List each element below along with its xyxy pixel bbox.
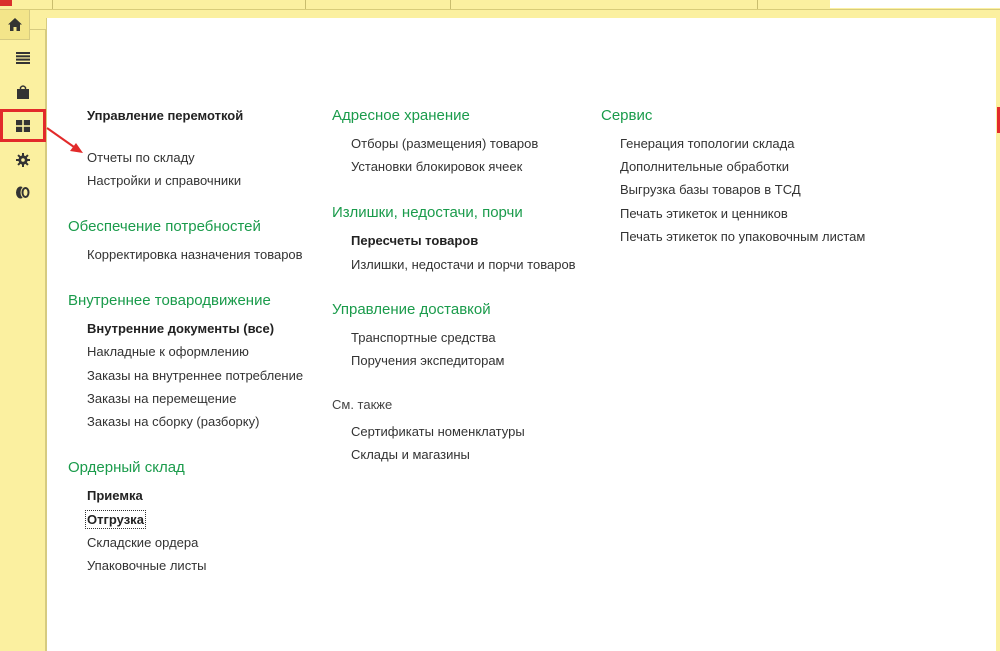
search-field-fragment[interactable]: [830, 0, 1000, 8]
tab-divider: [757, 0, 758, 9]
link-recounts[interactable]: Пересчеты товаров: [351, 233, 478, 248]
link-print-labels-prices[interactable]: Печать этикеток и ценников: [620, 206, 788, 221]
link-rewind-management[interactable]: Управление перемоткой: [87, 108, 243, 123]
group-title-delivery: Управление доставкой: [332, 301, 491, 318]
link-vehicles[interactable]: Транспортные средства: [351, 330, 496, 345]
menu-list-icon: [16, 52, 30, 64]
link-receiving[interactable]: Приемка: [87, 488, 143, 503]
group-title-order-warehouse: Ордерный склад: [68, 459, 185, 476]
link-transfer-orders[interactable]: Заказы на перемещение: [87, 391, 236, 406]
shopping-bag-icon: [17, 85, 29, 99]
link-settings-references[interactable]: Настройки и справочники: [87, 173, 241, 188]
group-title-service: Сервис: [601, 107, 653, 124]
link-warehouse-orders[interactable]: Складские ордера: [87, 535, 198, 550]
see-also-title: См. также: [332, 397, 393, 412]
link-extra-processing[interactable]: Дополнительные обработки: [620, 159, 789, 174]
home-icon: [7, 18, 22, 31]
link-packing-lists[interactable]: Упаковочные листы: [87, 558, 207, 573]
app-logo-fragment: [0, 0, 12, 6]
sidebar-item-warehouse[interactable]: [0, 109, 46, 142]
open-tab-stub[interactable]: [30, 10, 46, 30]
link-warehouse-reports[interactable]: Отчеты по складу: [87, 150, 195, 165]
gear-icon: [16, 153, 30, 167]
sidebar-item-finance[interactable]: [0, 176, 46, 208]
link-internal-consumption-orders[interactable]: Заказы на внутреннее потребление: [87, 368, 303, 383]
link-print-labels-packing[interactable]: Печать этикеток по упаковочным листам: [620, 229, 865, 244]
tab-divider: [305, 0, 306, 9]
warehouse-section-panel: Управление перемоткой Отчеты по складу Н…: [46, 18, 996, 651]
link-goods-assignment[interactable]: Корректировка назначения товаров: [87, 247, 303, 262]
link-forwarder-assignments[interactable]: Поручения экспедиторам: [351, 353, 505, 368]
grid-tiles-icon: [16, 119, 30, 132]
tab-divider: [52, 0, 53, 9]
link-warehouses-stores[interactable]: Склады и магазины: [351, 447, 470, 462]
link-internal-docs[interactable]: Внутренние документы (все): [87, 321, 274, 336]
link-cell-locks[interactable]: Установки блокировок ячеек: [351, 159, 522, 174]
top-tab-strip: [0, 0, 1000, 10]
sidebar-item-home[interactable]: [0, 10, 30, 40]
sidebar-item-settings[interactable]: [0, 144, 46, 176]
group-title-needs: Обеспечение потребностей: [68, 218, 261, 235]
sections-sidebar: [0, 10, 46, 651]
sidebar-item-menu[interactable]: [0, 42, 46, 74]
tab-divider: [450, 0, 451, 9]
coins-icon: [16, 185, 30, 199]
link-invoices-to-issue[interactable]: Накладные к оформлению: [87, 344, 249, 359]
link-surplus-shortage-goods[interactable]: Излишки, недостачи и порчи товаров: [351, 257, 576, 272]
group-title-internal-movement: Внутреннее товародвижение: [68, 292, 271, 309]
link-tsd-export[interactable]: Выгрузка базы товаров в ТСД: [620, 182, 801, 197]
group-title-surplus-shortage: Излишки, недостачи, порчи: [332, 204, 523, 221]
group-title-address-storage: Адресное хранение: [332, 107, 470, 124]
sidebar-item-sales[interactable]: [0, 76, 46, 108]
link-assembly-orders[interactable]: Заказы на сборку (разборку): [87, 414, 259, 429]
link-item-certificates[interactable]: Сертификаты номенклатуры: [351, 424, 525, 439]
link-shipment[interactable]: Отгрузка: [85, 510, 146, 529]
link-picking-placement[interactable]: Отборы (размещения) товаров: [351, 136, 538, 151]
link-topology-generation[interactable]: Генерация топологии склада: [620, 136, 794, 151]
